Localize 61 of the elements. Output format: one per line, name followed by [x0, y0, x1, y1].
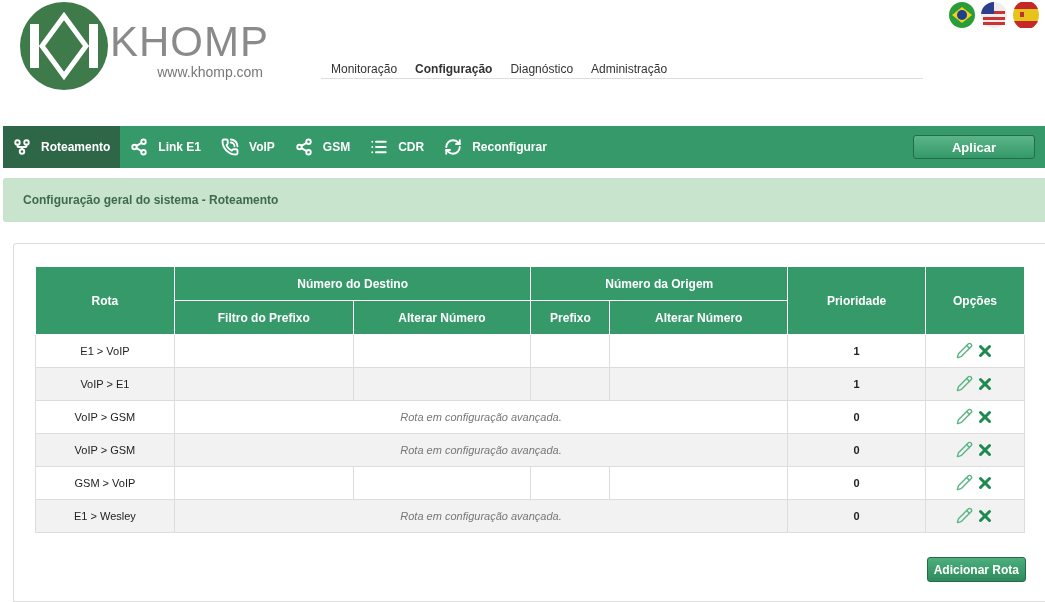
table-cell: 1: [787, 334, 926, 368]
logo-text: KHOMP: [110, 22, 269, 62]
column-header: Prioridade: [787, 266, 926, 335]
share-icon: [130, 138, 149, 156]
list-icon: [370, 138, 389, 156]
page-title: Configuração geral do sistema - Roteamento: [23, 193, 279, 207]
refresh-icon: [444, 138, 463, 156]
branch-icon: [13, 138, 31, 156]
tab[interactable]: CDR: [360, 126, 435, 168]
table-cell: VoIP > E1: [35, 367, 175, 401]
edit-icon[interactable]: [956, 441, 973, 458]
edit-icon[interactable]: [956, 507, 973, 524]
column-header: Prefixo: [530, 300, 610, 335]
column-header: Rota: [35, 266, 175, 335]
logo-url: www.khomp.com: [157, 64, 263, 80]
nav-link[interactable]: Configuração: [415, 62, 493, 76]
table-cell: VoIP > GSM: [35, 400, 175, 434]
nav-link[interactable]: Administração: [591, 62, 668, 76]
table-cell: 0: [787, 499, 926, 533]
delete-icon[interactable]: [976, 375, 994, 393]
flag-icon[interactable]: [981, 2, 1007, 28]
column-header: Filtro do Prefixo: [174, 300, 354, 335]
table-cell: 1: [787, 367, 926, 401]
column-header: Alterar Número: [609, 300, 788, 335]
table-cell: VoIP > GSM: [35, 433, 175, 467]
delete-icon[interactable]: [976, 474, 994, 492]
flag-icon[interactable]: [1013, 2, 1039, 28]
table-cell: 0: [787, 400, 926, 434]
tab[interactable]: GSM: [284, 126, 361, 168]
column-header: Opções: [925, 266, 1025, 335]
tab[interactable]: VoIP: [211, 126, 285, 168]
edit-icon[interactable]: [956, 408, 973, 425]
table-cell: 0: [787, 466, 926, 500]
phone-icon: [221, 138, 240, 156]
edit-icon[interactable]: [956, 342, 973, 359]
column-header: Alterar Número: [353, 300, 531, 335]
tab[interactable]: Link E1: [120, 126, 212, 168]
table-cell: GSM > VoIP: [35, 466, 175, 500]
table-cell: Rota em configuração avançada.: [174, 499, 788, 533]
tab[interactable]: Roteamento: [3, 126, 121, 168]
table-cell: E1 > Wesley: [35, 499, 175, 533]
tab[interactable]: Reconfigurar: [434, 126, 557, 168]
table-cell: Rota em configuração avançada.: [174, 400, 788, 434]
table-cell: 0: [787, 433, 926, 467]
edit-icon[interactable]: [956, 375, 973, 392]
table-cell: E1 > VoIP: [35, 334, 175, 368]
delete-icon[interactable]: [976, 507, 994, 525]
add-route-button[interactable]: Adicionar Rota: [926, 557, 1026, 582]
nav-link[interactable]: Monitoração: [331, 62, 398, 76]
column-header: Número da Origem: [530, 266, 788, 301]
flag-icon[interactable]: [949, 2, 975, 28]
edit-icon[interactable]: [956, 474, 973, 491]
delete-icon[interactable]: [976, 441, 994, 459]
nav-link[interactable]: Diagnóstico: [510, 62, 574, 76]
delete-icon[interactable]: [976, 342, 994, 360]
logo-icon: [20, 2, 108, 90]
table-cell: Rota em configuração avançada.: [174, 433, 788, 467]
apply-button[interactable]: Aplicar: [913, 135, 1035, 159]
column-header: Número do Destino: [174, 266, 531, 301]
share-icon: [294, 138, 313, 156]
delete-icon[interactable]: [976, 408, 994, 426]
